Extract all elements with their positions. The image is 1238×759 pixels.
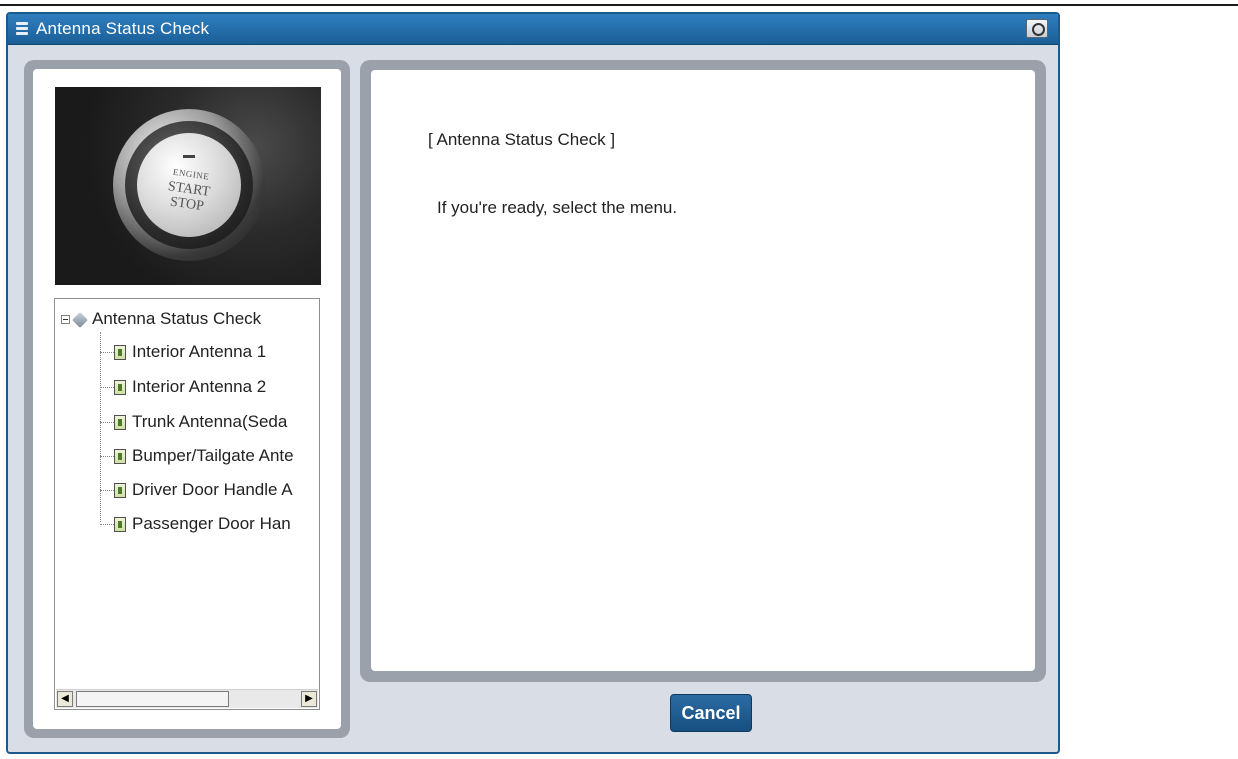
cancel-button[interactable]: Cancel [670, 694, 752, 732]
camera-icon[interactable] [1026, 19, 1048, 38]
tree-item-interior-antenna-1[interactable]: Interior Antenna 1 [100, 342, 266, 362]
diamond-icon [72, 311, 88, 328]
left-panel: ENGINE START STOP Antenna Status Check I… [24, 60, 350, 738]
left-panel-inner: ENGINE START STOP Antenna Status Check I… [33, 69, 341, 729]
horizontal-scrollbar[interactable]: ◀ ▶ [56, 689, 318, 708]
scroll-left-icon[interactable]: ◀ [57, 691, 73, 707]
title-bar: Antenna Status Check [8, 14, 1058, 45]
tree-item-driver-door-handle[interactable]: Driver Door Handle A [100, 480, 293, 500]
tree-root[interactable]: Antenna Status Check [61, 309, 261, 329]
tree-item-trunk-antenna[interactable]: Trunk Antenna(Seda [100, 412, 287, 432]
document-icon [114, 415, 126, 431]
collapse-icon[interactable] [61, 315, 70, 325]
engine-start-button-photo: ENGINE START STOP [55, 87, 321, 285]
scroll-right-icon[interactable]: ▶ [301, 691, 317, 707]
tree-item-interior-antenna-2[interactable]: Interior Antenna 2 [100, 377, 266, 397]
document-icon [114, 345, 126, 361]
start-stop-label: ENGINE START STOP [166, 166, 212, 215]
content-heading: [ Antenna Status Check ] [428, 130, 616, 149]
scroll-thumb[interactable] [76, 691, 229, 707]
tree-item-passenger-door-handle[interactable]: Passenger Door Han [100, 514, 291, 534]
dialog-window: Antenna Status Check ENGINE START STOP A… [6, 12, 1060, 754]
tree-item-bumper-tailgate-antenna[interactable]: Bumper/Tailgate Ante [100, 446, 294, 466]
window-title: Antenna Status Check [36, 19, 210, 38]
menu-tree: Antenna Status Check Interior Antenna 1 … [54, 298, 320, 710]
document-icon [114, 517, 126, 533]
menu-icon[interactable] [16, 22, 28, 35]
content-panel: [ Antenna Status Check ] If you're ready… [360, 60, 1046, 682]
document-icon [114, 483, 126, 499]
instruction-message: If you're ready, select the menu. [437, 198, 678, 217]
top-rule [0, 4, 1238, 6]
document-icon [114, 380, 126, 396]
document-icon [114, 449, 126, 465]
content-area: [ Antenna Status Check ] If you're ready… [371, 70, 1035, 671]
